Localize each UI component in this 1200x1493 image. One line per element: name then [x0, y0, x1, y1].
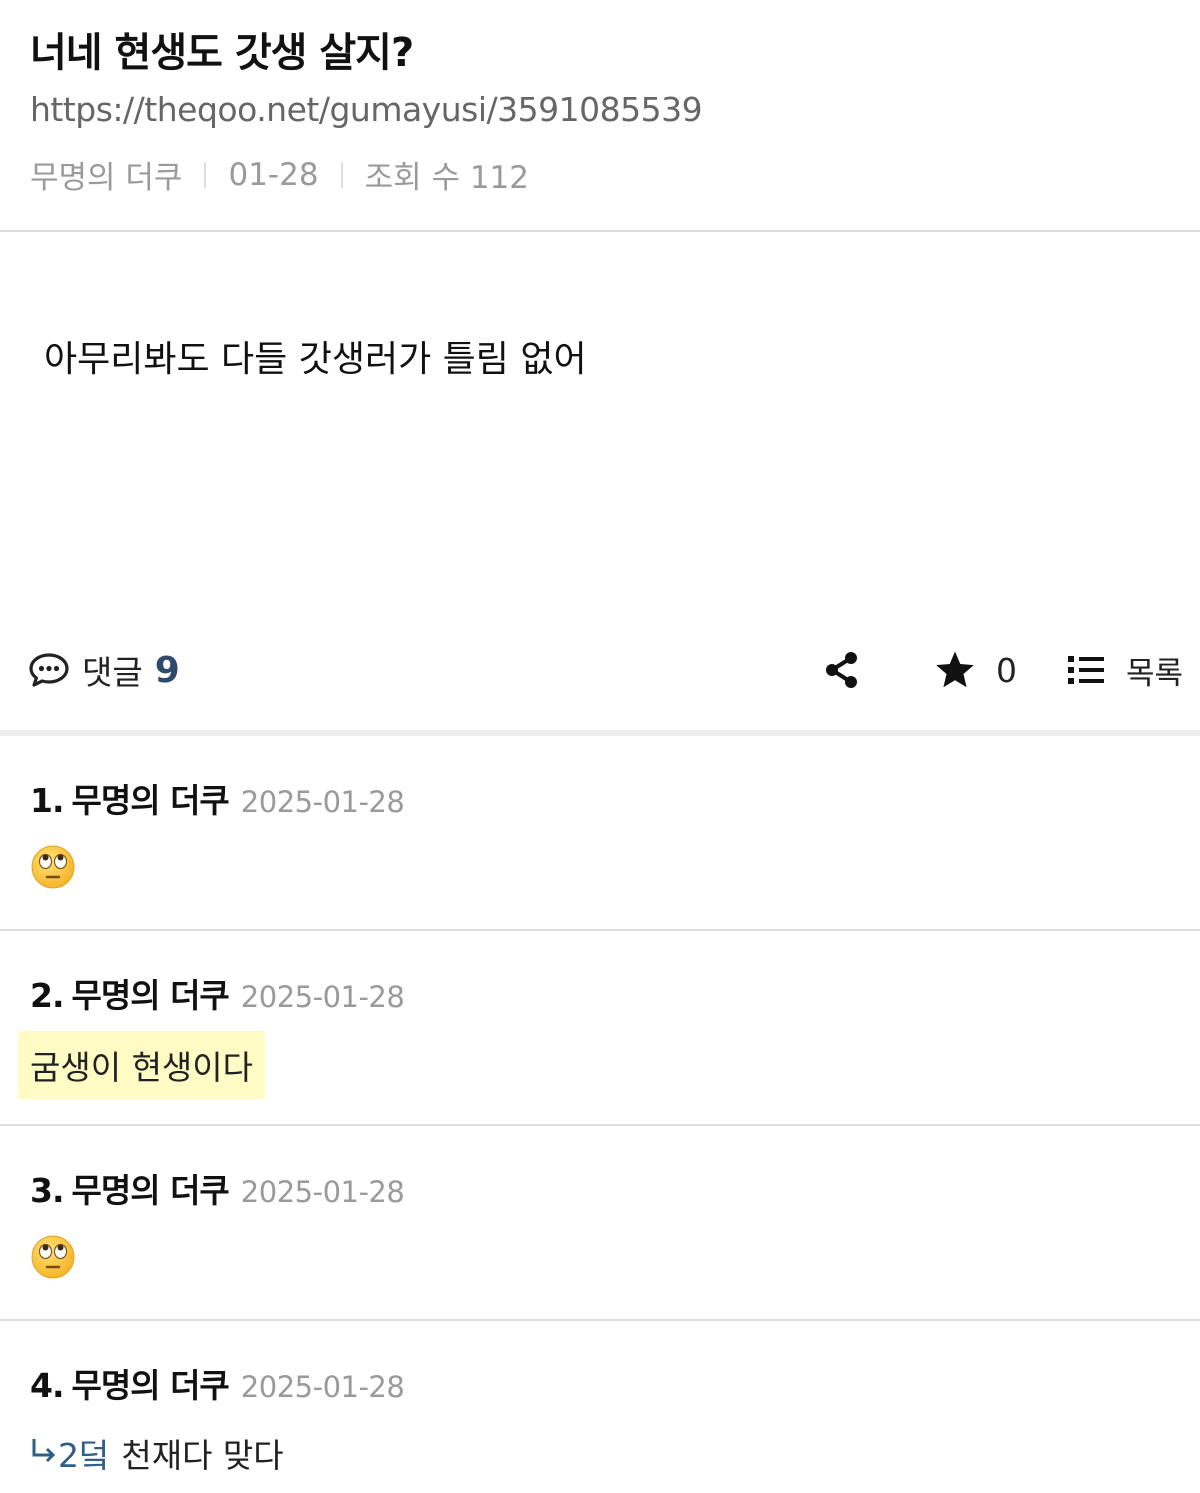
- comment-body: [30, 844, 76, 890]
- post-url[interactable]: https://theqoo.net/gumayusi/3591085539: [30, 90, 703, 129]
- comment-body: 굼생이 현생이다: [18, 1031, 266, 1099]
- share-button[interactable]: [822, 648, 862, 692]
- comment-date: 2025-01-28: [240, 980, 405, 1014]
- meta-divider: [340, 161, 343, 188]
- rolling-eyes-emoji-icon: [30, 1234, 76, 1280]
- post-body: 아무리봐도 다들 갓생러가 틀림 없어: [44, 339, 587, 380]
- comment-body: 2덬 천재다 맞다: [30, 1429, 284, 1477]
- list-button[interactable]: 목록: [1066, 648, 1183, 692]
- comment-number: 3.: [30, 1171, 64, 1210]
- comment-date: 2025-01-28: [240, 1370, 405, 1404]
- comment-header: 1. 무명의 더쿠 2025-01-28: [30, 774, 405, 822]
- comment-number: 1.: [30, 781, 64, 820]
- comment-author[interactable]: 무명의 더쿠: [72, 1359, 230, 1407]
- comment-author[interactable]: 무명의 더쿠: [72, 969, 230, 1017]
- comment-number: 2.: [30, 976, 64, 1015]
- post-meta: 무명의 더쿠 01-28 조회 수 112: [30, 152, 529, 197]
- comment-item: 3. 무명의 더쿠 2025-01-28: [0, 1126, 1200, 1321]
- comments-label: 댓글: [82, 653, 143, 692]
- comment-item: 4. 무명의 더쿠 2025-01-28 2덬 천재다 맞다: [0, 1321, 1200, 1493]
- action-bar: 댓글 9 0 목록: [0, 620, 1200, 736]
- comment-bubble-icon: [28, 652, 70, 688]
- star-button[interactable]: 0: [934, 648, 1017, 692]
- post-header: 너네 현생도 갓생 살지? https://theqoo.net/gumayus…: [0, 0, 1200, 232]
- post-title: 너네 현생도 갓생 살지?: [30, 30, 414, 76]
- comment-item: 1. 무명의 더쿠 2025-01-28: [0, 736, 1200, 931]
- comment-header: 2. 무명의 더쿠 2025-01-28: [30, 969, 405, 1017]
- reply-reference-link[interactable]: 2덬: [58, 1429, 109, 1477]
- list-label: 목록: [1126, 655, 1184, 692]
- comment-date: 2025-01-28: [240, 1175, 405, 1209]
- comments-count: 9: [154, 649, 180, 691]
- share-icon: [822, 650, 862, 690]
- comment-author[interactable]: 무명의 더쿠: [72, 774, 230, 822]
- comment-text: 천재다 맞다: [121, 1436, 284, 1475]
- comment-date: 2025-01-28: [240, 785, 405, 819]
- comment-item: 2. 무명의 더쿠 2025-01-28 굼생이 현생이다: [0, 931, 1200, 1126]
- reply-arrow-icon: [30, 1434, 58, 1473]
- rolling-eyes-emoji-icon: [30, 844, 76, 890]
- star-icon: [934, 650, 976, 690]
- post-date: 01-28: [228, 156, 319, 193]
- highlighted-comment-text: 굼생이 현생이다: [18, 1031, 266, 1099]
- post-author: 무명의 더쿠: [30, 160, 183, 196]
- post-views: 조회 수 112: [364, 160, 529, 196]
- comments-button[interactable]: 댓글 9: [28, 648, 180, 692]
- comment-number: 4.: [30, 1366, 64, 1405]
- post-page: 너네 현생도 갓생 살지? https://theqoo.net/gumayus…: [0, 0, 1200, 1493]
- meta-divider: [204, 161, 207, 188]
- list-icon: [1066, 653, 1106, 687]
- star-count: 0: [996, 650, 1017, 690]
- comment-author[interactable]: 무명의 더쿠: [72, 1164, 230, 1212]
- comment-header: 4. 무명의 더쿠 2025-01-28: [30, 1359, 405, 1407]
- comment-body: [30, 1234, 76, 1280]
- comment-header: 3. 무명의 더쿠 2025-01-28: [30, 1164, 405, 1212]
